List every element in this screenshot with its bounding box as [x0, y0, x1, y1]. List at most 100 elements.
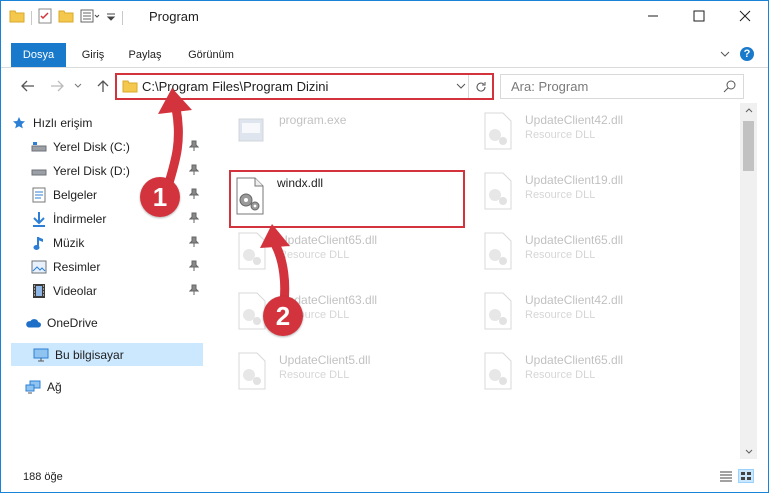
pin-icon[interactable] — [188, 164, 200, 179]
file-type: Resource DLL — [525, 309, 596, 321]
list-item[interactable]: UpdateClient42.dll Resource DLL — [477, 105, 697, 151]
dll-file-icon — [481, 111, 515, 151]
scroll-down-icon[interactable] — [740, 445, 757, 459]
sidebar-item-videos[interactable]: Videolar — [31, 279, 203, 302]
title-bar: Program — [1, 1, 768, 31]
customize-qat-icon[interactable] — [106, 11, 116, 25]
recent-locations-icon[interactable] — [73, 77, 83, 95]
star-icon — [11, 115, 27, 131]
new-folder-icon[interactable] — [58, 9, 74, 26]
tab-view[interactable]: Görünüm — [179, 43, 243, 67]
sidebar-item-label: Ağ — [47, 379, 62, 394]
quick-access-toolbar — [9, 8, 123, 27]
ribbon-tabs: Dosya Giriş Paylaş Görünüm ? — [1, 43, 768, 68]
sidebar-item-quick-access[interactable]: Hızlı erişim — [11, 111, 203, 134]
file-name: program.exe — [279, 113, 347, 127]
list-item[interactable]: program.exe — [231, 105, 451, 151]
close-button[interactable] — [722, 1, 768, 31]
sidebar-item-label: Yerel Disk (C:) — [53, 139, 130, 154]
divider — [122, 10, 123, 25]
dll-file-icon — [233, 176, 267, 216]
cloud-icon — [25, 315, 41, 331]
sidebar-item-local-disk-c[interactable]: Yerel Disk (C:) — [31, 135, 203, 158]
highlighted-file-windx[interactable]: windx.dll — [229, 170, 465, 228]
search-icon[interactable] — [723, 79, 737, 96]
navigation-pane: Hızlı erişim Yerel Disk (C:) Yerel Disk … — [1, 107, 209, 457]
window-title: Program — [149, 9, 199, 24]
address-highlight — [115, 73, 494, 100]
search-input[interactable] — [501, 75, 721, 98]
sidebar-item-this-pc[interactable]: Bu bilgisayar — [11, 343, 203, 366]
pin-icon[interactable] — [188, 188, 200, 203]
sidebar-item-onedrive[interactable]: OneDrive — [25, 311, 203, 334]
file-type: Resource DLL — [525, 369, 596, 381]
file-type: Resource DLL — [525, 249, 596, 261]
pin-icon[interactable] — [188, 140, 200, 155]
sidebar-item-label: Müzik — [53, 235, 85, 250]
back-arrow-icon[interactable] — [19, 77, 37, 95]
callout-2: 2 — [263, 296, 303, 336]
dll-file-icon — [481, 171, 515, 211]
sidebar-item-label: Hızlı erişim — [33, 115, 93, 130]
divider — [31, 10, 32, 25]
file-name: UpdateClient65.dll — [525, 233, 624, 247]
tiles-view-icon[interactable] — [738, 469, 754, 483]
properties-icon[interactable] — [38, 8, 52, 27]
pin-icon[interactable] — [188, 260, 200, 275]
list-item[interactable]: UpdateClient5.dll Resource DLL — [231, 345, 451, 391]
folder-icon — [9, 9, 25, 26]
pictures-icon — [31, 259, 47, 275]
drive-icon — [31, 163, 47, 179]
music-icon — [31, 235, 47, 251]
callout-1: 1 — [140, 177, 180, 217]
pin-icon[interactable] — [188, 212, 200, 227]
file-name: UpdateClient19.dll — [525, 173, 624, 187]
sidebar-item-label: OneDrive — [47, 315, 98, 330]
file-name: windx.dll — [277, 176, 324, 190]
tab-home[interactable]: Giriş — [73, 43, 113, 67]
dll-file-icon — [481, 351, 515, 391]
sidebar-item-network[interactable]: Ağ — [25, 375, 203, 398]
sidebar-item-local-disk-d[interactable]: Yerel Disk (D:) — [31, 159, 203, 182]
search-box[interactable] — [500, 74, 744, 99]
maximize-button[interactable] — [676, 1, 722, 31]
tab-share[interactable]: Paylaş — [121, 43, 169, 67]
network-icon — [25, 379, 41, 395]
sidebar-item-downloads[interactable]: İndirmeler — [31, 207, 203, 230]
list-item[interactable]: UpdateClient65.dll Resource DLL — [477, 345, 697, 391]
forward-arrow-icon[interactable] — [48, 77, 66, 95]
minimize-button[interactable] — [630, 1, 676, 31]
dll-file-icon — [481, 231, 515, 271]
file-name: UpdateClient5.dll — [279, 353, 371, 367]
sidebar-item-label: Yerel Disk (D:) — [53, 163, 130, 178]
help-icon[interactable]: ? — [740, 47, 754, 61]
dll-file-icon — [235, 231, 269, 271]
sidebar-item-pictures[interactable]: Resimler — [31, 255, 203, 278]
sidebar-item-music[interactable]: Müzik — [31, 231, 203, 254]
video-icon — [31, 283, 47, 299]
download-icon — [31, 211, 47, 227]
list-item[interactable]: UpdateClient65.dll Resource DLL — [477, 225, 697, 271]
documents-icon — [31, 187, 47, 203]
sidebar-item-label: İndirmeler — [53, 211, 107, 226]
scroll-up-icon[interactable] — [740, 103, 757, 117]
file-type: Resource DLL — [279, 249, 350, 261]
tab-file[interactable]: Dosya — [11, 43, 66, 67]
dll-file-icon — [235, 351, 269, 391]
expand-ribbon-icon[interactable] — [720, 47, 730, 61]
vertical-scrollbar[interactable] — [740, 103, 757, 459]
up-arrow-icon[interactable] — [94, 77, 112, 95]
list-item[interactable]: UpdateClient65.dll Resource DLL — [231, 225, 451, 271]
view-switcher — [718, 469, 754, 483]
pin-icon[interactable] — [188, 284, 200, 299]
list-item[interactable]: UpdateClient42.dll Resource DLL — [477, 285, 697, 331]
file-name: UpdateClient42.dll — [525, 293, 624, 307]
scroll-thumb[interactable] — [743, 121, 754, 171]
file-name: UpdateClient42.dll — [525, 113, 624, 127]
list-item[interactable]: UpdateClient19.dll Resource DLL — [477, 165, 697, 211]
computer-icon — [33, 347, 49, 363]
view-icon[interactable] — [80, 9, 100, 26]
sidebar-item-label: Bu bilgisayar — [55, 347, 124, 362]
details-view-icon[interactable] — [718, 469, 734, 483]
pin-icon[interactable] — [188, 236, 200, 251]
